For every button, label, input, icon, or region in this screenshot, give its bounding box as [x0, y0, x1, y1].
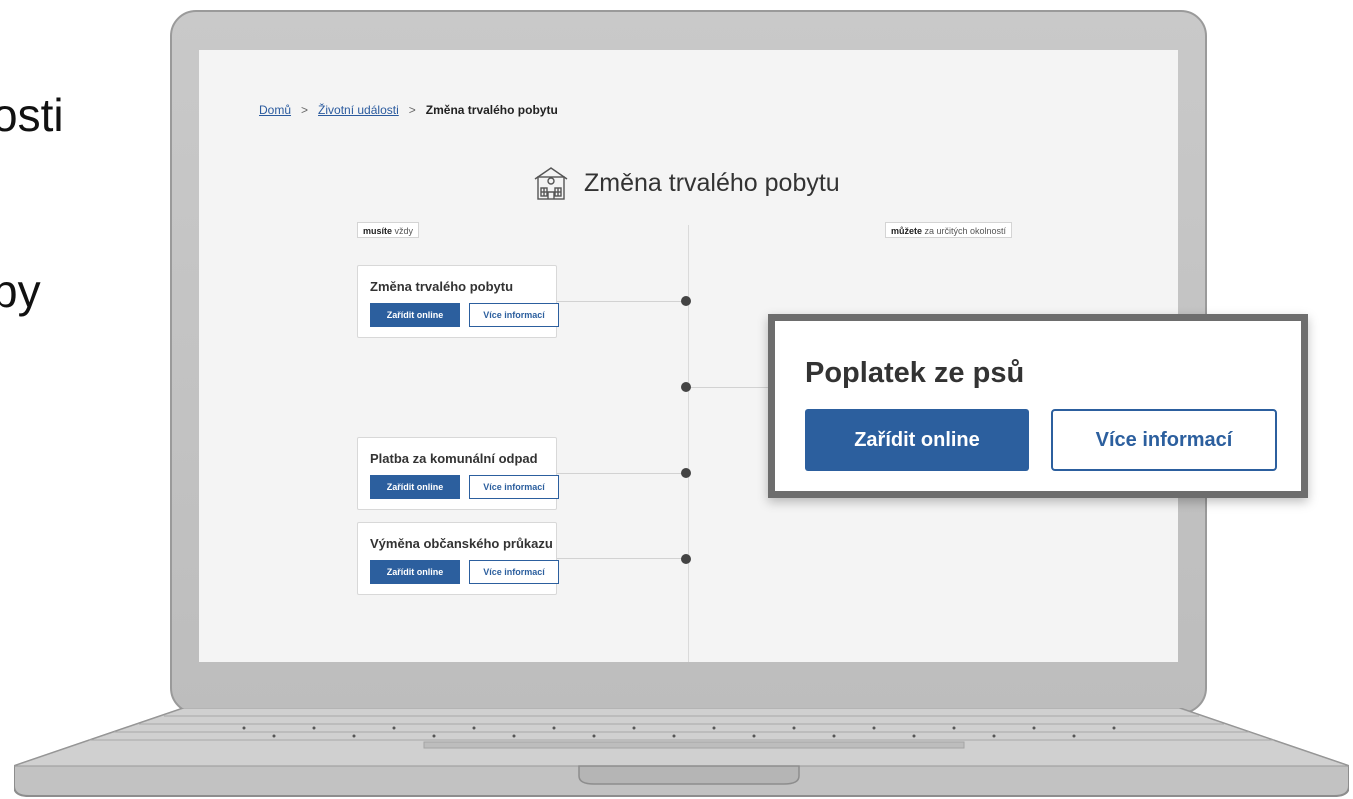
column-tag-required-rest: vždy	[392, 226, 414, 236]
timeline-connector	[557, 558, 688, 559]
breadcrumb: Domů > Životní události > Změna trvalého…	[259, 103, 558, 117]
slide-text-top: osti	[0, 89, 64, 141]
arrange-online-button[interactable]: Zařídit online	[370, 560, 460, 584]
column-tag-optional: můžete za určitých okolností	[885, 222, 1013, 238]
breadcrumb-separator: >	[408, 103, 416, 117]
timeline-dot	[681, 296, 691, 306]
breadcrumb-parent-link[interactable]: Životní události	[318, 103, 399, 117]
arrange-online-button[interactable]: Zařídit online	[370, 303, 460, 327]
timeline-connector	[688, 387, 768, 388]
page-header: Změna trvalého pobytu	[532, 164, 840, 202]
arrange-online-button[interactable]: Zařídit online	[370, 475, 460, 499]
breadcrumb-current: Změna trvalého pobytu	[425, 103, 558, 117]
page-title: Změna trvalého pobytu	[584, 168, 840, 197]
timeline-connector	[557, 301, 688, 302]
more-info-button[interactable]: Více informací	[469, 475, 559, 499]
timeline-dot	[681, 468, 691, 478]
service-card: Změna trvalého pobytu Zařídit online Víc…	[357, 265, 559, 338]
arrange-online-button[interactable]: Zařídit online	[805, 409, 1029, 471]
service-card: Platba za komunální odpad Zařídit online…	[357, 437, 559, 510]
more-info-button[interactable]: Více informací	[469, 303, 559, 327]
column-tag-optional-rest: za určitých okolností	[922, 226, 1007, 236]
service-card: Výměna občanského průkazu Zařídit online…	[357, 522, 559, 595]
service-card-title: Výměna občanského průkazu	[370, 536, 553, 551]
breadcrumb-home-link[interactable]: Domů	[259, 103, 291, 117]
column-tag-required: musíte vždy	[357, 222, 420, 238]
timeline-connector	[557, 473, 688, 474]
more-info-button[interactable]: Více informací	[1051, 409, 1277, 471]
timeline-dot	[681, 554, 691, 564]
house-icon	[534, 167, 568, 200]
zoomed-card-title: Poplatek ze psů	[805, 357, 1025, 389]
zoomed-service-card: Poplatek ze psů Zařídit online Více info…	[768, 314, 1308, 498]
column-tag-required-bold: musíte	[363, 226, 393, 236]
column-tag-optional-bold: můžete	[891, 226, 923, 236]
service-card-title: Změna trvalého pobytu	[370, 279, 514, 294]
service-card-title: Platba za komunální odpad	[370, 451, 538, 466]
breadcrumb-separator: >	[301, 103, 309, 117]
more-info-button[interactable]: Více informací	[469, 560, 559, 584]
slide-text-bottom: by	[0, 265, 41, 317]
timeline-line	[688, 225, 689, 662]
timeline-dot	[681, 382, 691, 392]
laptop-base	[14, 708, 1349, 797]
